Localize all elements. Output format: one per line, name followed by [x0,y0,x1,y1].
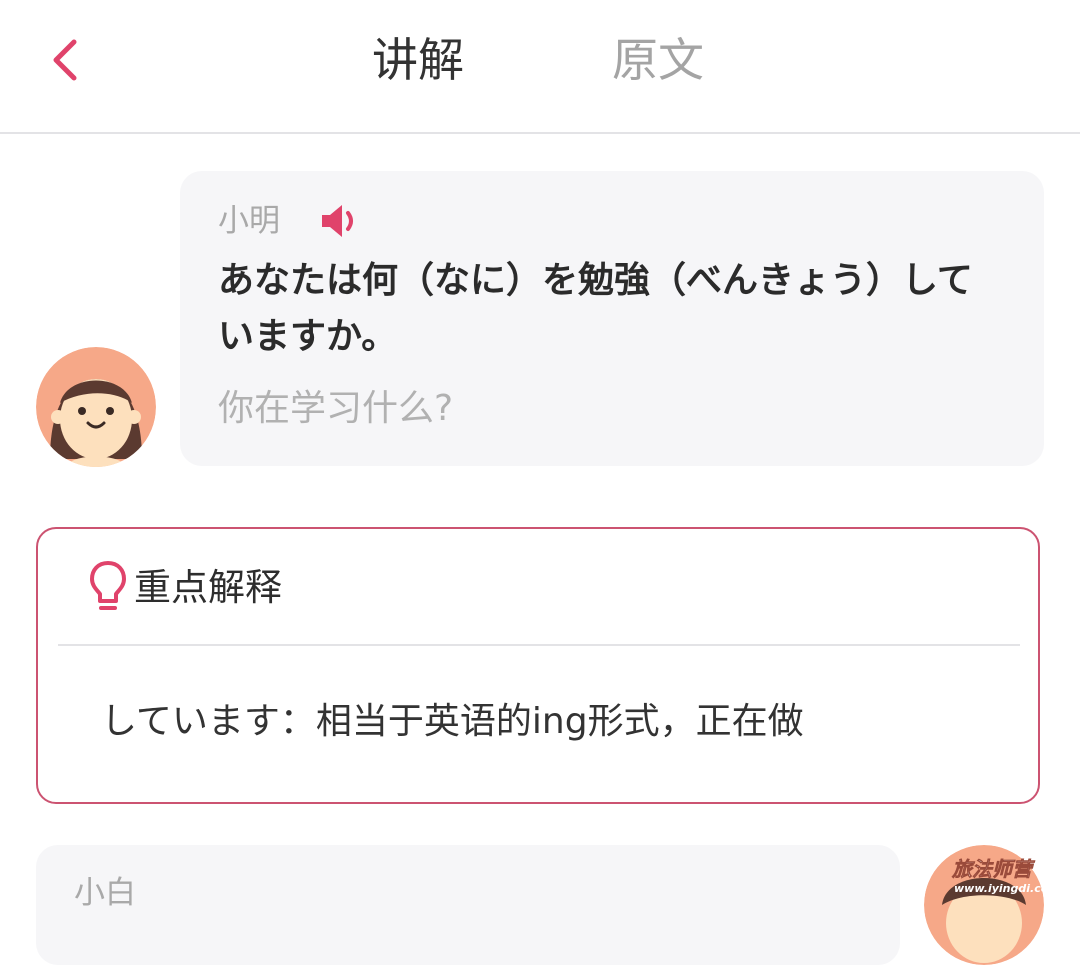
lightbulb-icon [90,561,126,610]
key-point-card: 重点解释 しています：相当于英语的ing形式，正在做 [36,527,1040,804]
chinese-translation: 你在学习什么? [218,388,454,429]
play-audio-button[interactable] [320,203,360,239]
avatar-speaker-1 [36,347,156,467]
chevron-left-icon [53,39,77,81]
japanese-sentence: あなたは何（なに）を勉強（べんきょう）していますか。 [218,260,973,357]
dialogue-bubble: 小白 [36,845,900,965]
speaker-name: 小明 [218,203,280,239]
watermark-url: www.iyingdi.com [954,882,1058,895]
speaker-name: 小白 [74,875,136,911]
key-point-content: しています：相当于英语的ing形式，正在做 [101,701,804,742]
watermark-logo: 旅法师营 www.iyingdi.com [951,857,1058,895]
key-point-title: 重点解释 [134,566,282,609]
back-button[interactable] [40,30,100,90]
tab-original-text[interactable]: 原文 [612,30,704,90]
speaker-icon [322,205,353,237]
watermark-title: 旅法师营 [951,857,1036,881]
top-nav-bar: 讲解 原文 [0,0,1080,134]
girl-avatar-icon [36,347,156,467]
tab-explanation[interactable]: 讲解 [372,30,464,90]
divider [58,644,1020,646]
dialogue-bubble: 小明 あなたは何（なに）を勉強（べんきょう）していますか。 你在学习什么? [180,171,1044,466]
